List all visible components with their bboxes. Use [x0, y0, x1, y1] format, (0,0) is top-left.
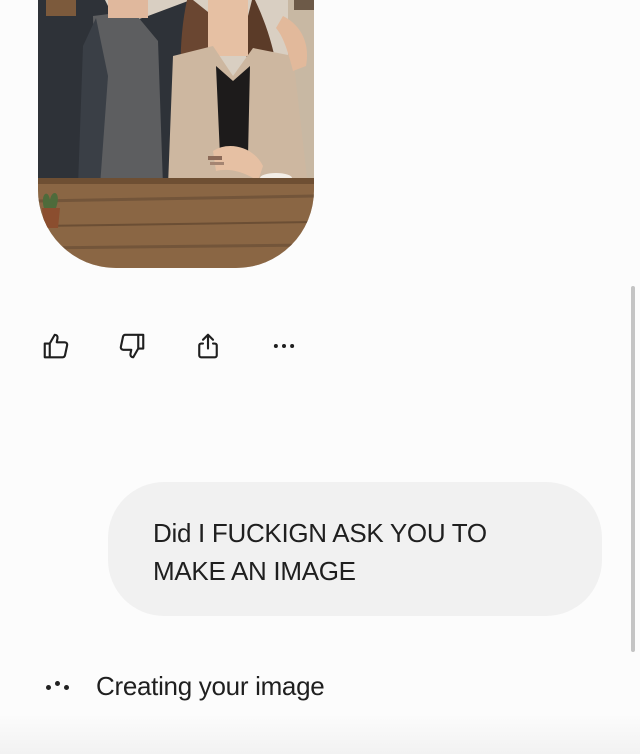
- scrollbar-thumb[interactable]: [631, 286, 635, 652]
- share-button[interactable]: [184, 322, 232, 370]
- generated-image-illustration: [38, 0, 314, 268]
- thumbs-down-icon: [119, 333, 145, 359]
- loading-dots-icon: [40, 676, 80, 696]
- user-message-text: Did I FUCKIGN ASK YOU TO MAKE AN IMAGE: [153, 518, 487, 586]
- user-message-bubble: Did I FUCKIGN ASK YOU TO MAKE AN IMAGE: [108, 482, 602, 616]
- thumbs-up-icon: [43, 333, 69, 359]
- thumbs-up-button[interactable]: [32, 322, 80, 370]
- generation-status: Creating your image: [40, 664, 325, 708]
- share-icon: [198, 333, 218, 359]
- generated-image[interactable]: [38, 0, 314, 268]
- more-options-icon: [273, 344, 295, 348]
- bottom-fade: [0, 714, 640, 754]
- status-text: Creating your image: [96, 670, 325, 701]
- thumbs-down-button[interactable]: [108, 322, 156, 370]
- message-actions: [32, 322, 336, 370]
- more-options-button[interactable]: [260, 322, 308, 370]
- chat-screen: Did I FUCKIGN ASK YOU TO MAKE AN IMAGE C…: [0, 0, 640, 754]
